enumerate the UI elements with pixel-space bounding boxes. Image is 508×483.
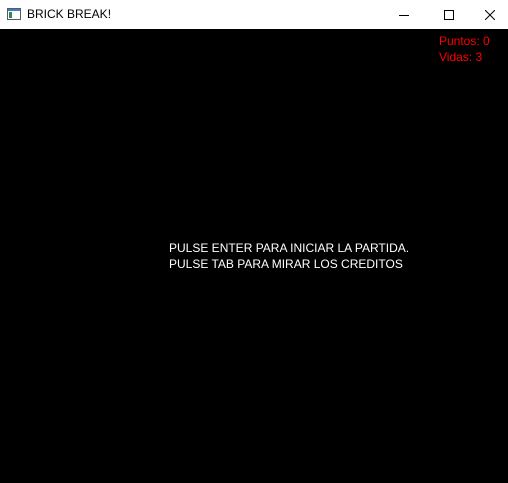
- close-icon: [484, 9, 495, 20]
- score-hud: Puntos: 0 Vidas: 3: [439, 33, 490, 65]
- lives-line: Vidas: 3: [439, 49, 490, 65]
- close-button[interactable]: [471, 0, 508, 29]
- lives-value: 3: [475, 50, 483, 64]
- start-instruction: PULSE ENTER PARA INICIAR LA PARTIDA.: [169, 241, 410, 255]
- points-label: Puntos:: [439, 34, 480, 48]
- maximize-button[interactable]: [426, 0, 471, 29]
- minimize-button[interactable]: [381, 0, 426, 29]
- points-line: Puntos: 0: [439, 33, 490, 49]
- game-window: BRICK BREAK! Puntos: 0 Vidas: 3 PULSE EN…: [0, 0, 508, 483]
- maximize-icon: [443, 9, 454, 20]
- game-canvas[interactable]: Puntos: 0 Vidas: 3 PULSE ENTER PARA INIC…: [0, 29, 508, 483]
- app-icon: [7, 7, 21, 20]
- points-value: 0: [483, 34, 490, 48]
- minimize-icon: [398, 10, 409, 20]
- credits-instruction: PULSE TAB PARA MIRAR LOS CREDITOS: [169, 257, 403, 271]
- title-bar[interactable]: BRICK BREAK!: [0, 0, 508, 29]
- lives-label: Vidas:: [439, 50, 473, 64]
- start-message: PULSE ENTER PARA INICIAR LA PARTIDA. PUL…: [169, 240, 409, 272]
- window-title: BRICK BREAK!: [27, 7, 112, 21]
